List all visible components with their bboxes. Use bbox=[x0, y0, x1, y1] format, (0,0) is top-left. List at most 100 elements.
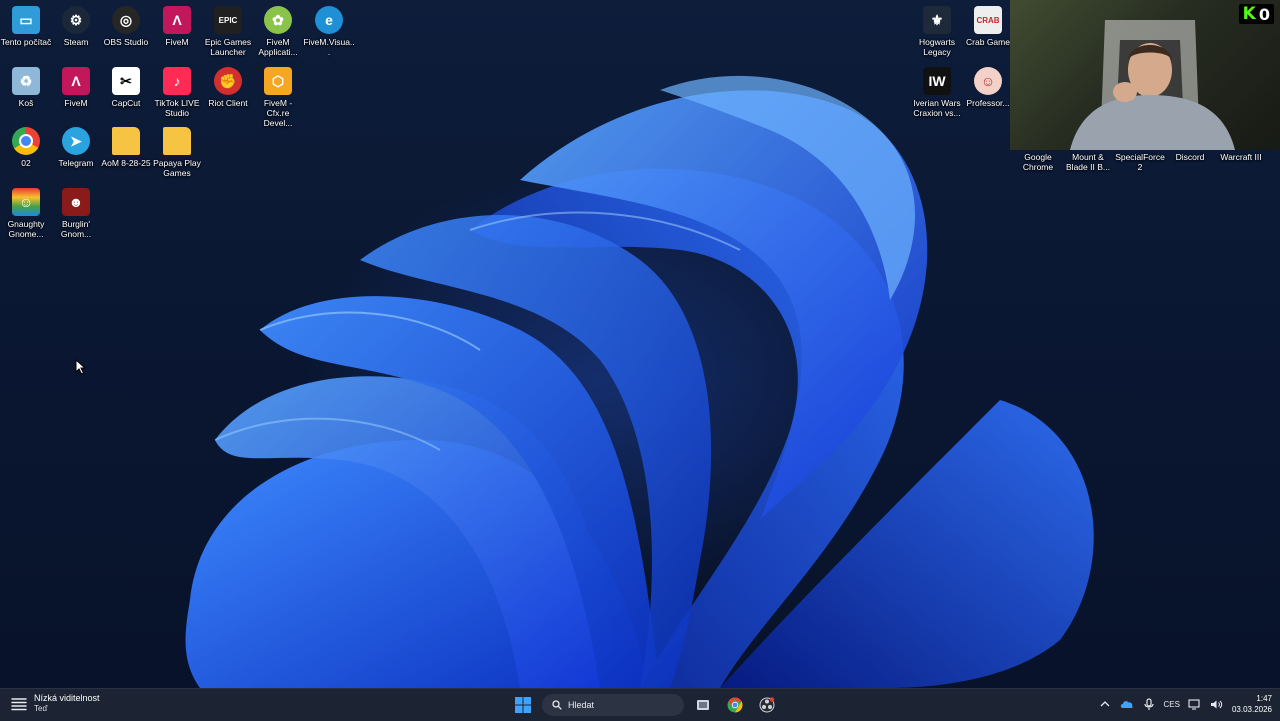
crab-game-icon: CRAB bbox=[974, 6, 1002, 34]
fivem-icon: Λ bbox=[163, 6, 191, 34]
fivem-icon: Λ bbox=[62, 67, 90, 95]
icon-label: FiveM - Cfx.re Devel... bbox=[263, 98, 293, 128]
desktop-icon-iverian-wars[interactable]: IW Iverian Wars Craxion vs... bbox=[911, 63, 963, 118]
desktop-icon-discord[interactable]: Discord bbox=[1164, 152, 1216, 162]
icon-label: TikTok LIVE Studio bbox=[154, 98, 200, 118]
desktop-icon-this-pc[interactable]: ▭ Tento počítač bbox=[0, 2, 52, 47]
weather-subtitle: Teď bbox=[34, 704, 48, 713]
windows-logo-icon bbox=[515, 697, 531, 713]
icon-label: 02 bbox=[21, 158, 31, 168]
desktop-icon-hogwarts[interactable]: ⚜ Hogwarts Legacy bbox=[911, 2, 963, 57]
tiktok-icon: ♪ bbox=[163, 67, 191, 95]
fivem-app-icon: ✿ bbox=[264, 6, 292, 34]
start-button[interactable] bbox=[510, 692, 536, 718]
kick-viewer-badge: K 0 bbox=[1238, 4, 1274, 24]
icon-label: Professor... bbox=[966, 98, 1010, 108]
clock-date: 03.03.2026 bbox=[1231, 705, 1272, 714]
icon-label: Riot Client bbox=[208, 98, 248, 108]
taskbar-search[interactable]: Hledat bbox=[542, 694, 684, 716]
professor-icon: ☺ bbox=[974, 67, 1002, 95]
desktop-icon-tiktok-live[interactable]: ♪ TikTok LIVE Studio bbox=[151, 63, 203, 118]
cfx-icon: ⬡ bbox=[264, 67, 292, 95]
network-icon[interactable] bbox=[1188, 697, 1202, 711]
desktop-icon-google-chrome[interactable]: Google Chrome bbox=[1012, 152, 1064, 172]
icon-label: Iverian Wars Craxion vs... bbox=[913, 98, 961, 118]
icon-label: FiveM bbox=[64, 98, 88, 108]
desktop-icon-epic[interactable]: EPIC Epic Games Launcher bbox=[202, 2, 254, 57]
telegram-icon: ➤ bbox=[62, 127, 90, 155]
folder-icon bbox=[163, 127, 191, 155]
hogwarts-icon: ⚜ bbox=[923, 6, 951, 34]
steam-icon: ⚙ bbox=[62, 6, 90, 34]
iverian-wars-icon: IW bbox=[923, 67, 951, 95]
icon-label: Discord bbox=[1175, 152, 1205, 162]
desktop-icon-fivem[interactable]: Λ FiveM bbox=[151, 2, 203, 47]
obs-icon bbox=[759, 697, 775, 713]
recycle-bin-icon: ♻ bbox=[12, 67, 40, 95]
taskbar-center: Hledat bbox=[510, 692, 780, 718]
mouse-cursor-icon bbox=[75, 359, 87, 375]
desktop: ▭ Tento počítač ⚙ Steam ◎ OBS Studio Λ F… bbox=[0, 0, 1280, 688]
monitor-icon: ▭ bbox=[12, 6, 40, 34]
desktop-icon-steam[interactable]: ⚙ Steam bbox=[50, 2, 102, 47]
desktop-icon-gnaughty-gnome[interactable]: ☺ Gnaughty Gnome... bbox=[0, 184, 52, 239]
task-view-icon bbox=[697, 700, 709, 710]
desktop-icon-crab-game[interactable]: CRAB Crab Game bbox=[962, 2, 1014, 47]
icon-label: Hogwarts Legacy bbox=[919, 37, 955, 57]
riot-icon: ✊ bbox=[214, 67, 242, 95]
desktop-icon-cfx[interactable]: ⬡ FiveM - Cfx.re Devel... bbox=[252, 63, 304, 128]
icon-label: Koš bbox=[18, 98, 34, 108]
desktop-icon-fivem-visual[interactable]: e FiveM.Visua... bbox=[303, 2, 355, 57]
icon-label: Telegram bbox=[58, 158, 94, 168]
icon-label: Tento počítač bbox=[0, 37, 52, 47]
obs-icon: ◎ bbox=[112, 6, 140, 34]
icon-label: Epic Games Launcher bbox=[204, 37, 252, 57]
taskbar-obs-button[interactable] bbox=[754, 692, 780, 718]
clock-time: 1:47 bbox=[1256, 694, 1272, 703]
desktop-icon-papaya-folder[interactable]: Papaya Play Games bbox=[151, 123, 203, 178]
desktop-icon-warcraft3[interactable]: Warcraft III bbox=[1215, 152, 1267, 162]
desktop-icon-fivem-app[interactable]: ✿ FiveM Applicati... bbox=[252, 2, 304, 57]
taskbar: Nízká viditelnost Teď Hledat CES 1:47 03… bbox=[0, 688, 1280, 721]
icon-label: Gnaughty Gnome... bbox=[7, 219, 45, 239]
desktop-icon-fivem-2[interactable]: Λ FiveM bbox=[50, 63, 102, 108]
gnome-game-icon: ☺ bbox=[12, 188, 40, 216]
desktop-icon-obs[interactable]: ◎ OBS Studio bbox=[100, 2, 152, 47]
icon-label: Crab Game bbox=[966, 37, 1010, 47]
icon-label: Burglin' Gnom... bbox=[60, 219, 92, 239]
task-view-button[interactable] bbox=[690, 692, 716, 718]
desktop-icon-recycle-bin[interactable]: ♻ Koš bbox=[0, 63, 52, 108]
search-icon bbox=[552, 700, 562, 710]
chrome-icon bbox=[727, 697, 743, 713]
desktop-icon-burglin-gnomes[interactable]: ☻ Burglin' Gnom... bbox=[50, 184, 102, 239]
microphone-icon[interactable] bbox=[1142, 697, 1156, 711]
chrome-icon bbox=[12, 127, 40, 155]
webcam-overlay: K 0 bbox=[1010, 0, 1280, 150]
icon-label: Mount & Blade II B... bbox=[1066, 152, 1110, 172]
edge-icon: e bbox=[315, 6, 343, 34]
taskbar-clock[interactable]: 1:47 03.03.2026 bbox=[1232, 693, 1272, 715]
taskbar-chrome-button[interactable] bbox=[722, 692, 748, 718]
desktop-icon-telegram[interactable]: ➤ Telegram bbox=[50, 123, 102, 168]
burglin-gnomes-icon: ☻ bbox=[62, 188, 90, 216]
fog-weather-icon bbox=[11, 697, 27, 710]
icon-label: SpecialForce2 bbox=[1115, 152, 1165, 172]
folder-icon bbox=[112, 127, 140, 155]
weather-widget[interactable]: Nízká viditelnost Teď bbox=[10, 693, 100, 714]
desktop-icon-specialforce2[interactable]: SpecialForce2 bbox=[1114, 152, 1166, 172]
icon-label: Steam bbox=[63, 37, 89, 47]
desktop-icon-capcut[interactable]: ✂ CapCut bbox=[100, 63, 152, 108]
desktop-icon-aom-folder[interactable]: AoM 8-28-25 bbox=[100, 123, 152, 168]
icon-label: AoM 8-28-25 bbox=[101, 158, 151, 168]
desktop-icon-mount-blade[interactable]: Mount & Blade II B... bbox=[1062, 152, 1114, 172]
input-language-indicator[interactable]: CES bbox=[1164, 700, 1180, 709]
desktop-icon-professor[interactable]: ☺ Professor... bbox=[962, 63, 1014, 108]
desktop-icon-riot[interactable]: ✊ Riot Client bbox=[202, 63, 254, 108]
onedrive-cloud-icon[interactable] bbox=[1120, 697, 1134, 711]
tray-overflow-chevron-icon[interactable] bbox=[1098, 697, 1112, 711]
desktop-icon-chrome-02[interactable]: 02 bbox=[0, 123, 52, 168]
icon-label: FiveM bbox=[165, 37, 189, 47]
volume-icon[interactable] bbox=[1210, 697, 1224, 711]
kick-logo-icon: K bbox=[1242, 4, 1256, 24]
weather-title: Nízká viditelnost bbox=[34, 693, 100, 703]
